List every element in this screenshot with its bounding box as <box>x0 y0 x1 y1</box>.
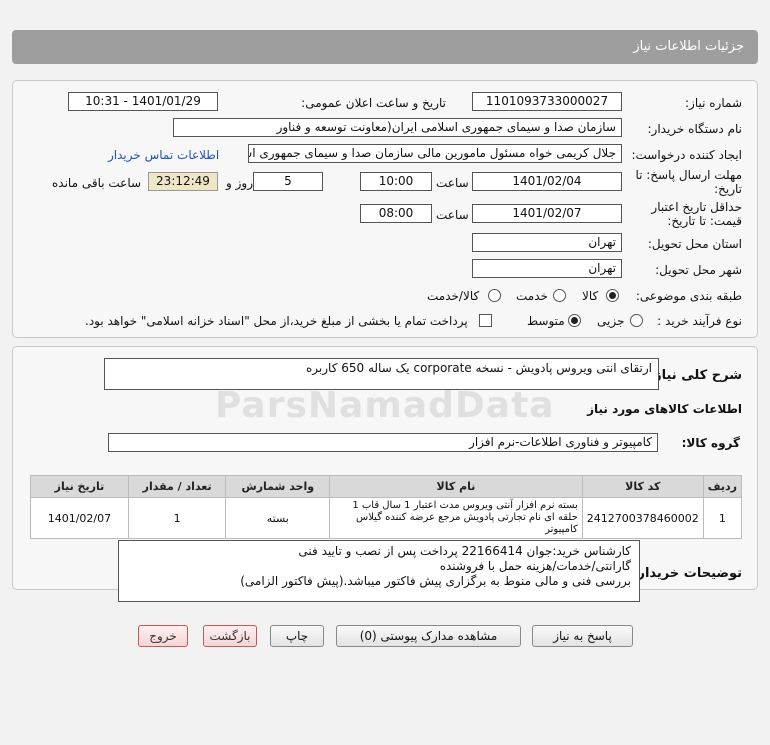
back-button[interactable]: بازگشت <box>203 625 257 647</box>
days-label: روز و <box>226 176 253 190</box>
city-field: تهران <box>472 259 622 278</box>
process-minor-radio[interactable] <box>630 314 643 327</box>
reply-deadline-label: مهلت ارسال پاسخ: تا تاریخ: <box>635 168 742 196</box>
col-qty: تعداد / مقدار <box>127 475 227 498</box>
need-number-label: شماره نیاز: <box>685 96 742 110</box>
category-service-radio[interactable] <box>553 289 566 302</box>
row-index: 1 <box>702 497 743 539</box>
row-name: بسته نرم افزار آنتی ویروس مدت اعتبار 1 س… <box>329 497 583 539</box>
page-title: جزئیات اطلاعات نیاز <box>633 39 744 54</box>
col-date: تاریخ نیاز <box>30 475 129 498</box>
remaining-time-field: 23:12:49 <box>148 172 218 191</box>
province-label: استان محل تحویل: <box>647 237 742 251</box>
province-field: تهران <box>472 233 622 252</box>
buyer-note-line: بررسی فنی و مالی منوط به برگزاری پیش فاک… <box>240 574 631 588</box>
reply-button[interactable]: پاسخ به نیاز <box>532 625 633 647</box>
process-medium-radio[interactable] <box>568 314 581 327</box>
creator-label: ایجاد کننده درخواست: <box>631 148 742 162</box>
treasury-note: پرداخت تمام یا بخشی از مبلغ خرید،از محل … <box>85 314 468 328</box>
table-row: 1 2412700378460002 بسته نرم افزار آنتی و… <box>30 497 743 539</box>
goods-group-field: کامپیوتر و فناوری اطلاعات-نرم افزار <box>108 433 658 452</box>
goods-section-title: اطلاعات کالاهای مورد نیاز <box>587 402 742 416</box>
announce-field: 1401/01/29 - 10:31 <box>68 92 218 111</box>
row-unit: بسته <box>225 497 331 539</box>
exit-button[interactable]: خروج <box>138 625 188 647</box>
process-label: نوع فرآیند خرید : <box>657 314 742 328</box>
category-goods-radio[interactable] <box>606 289 619 302</box>
col-unit: واحد شمارش <box>225 475 331 498</box>
buyer-org-label: نام دستگاه خریدار: <box>647 122 743 136</box>
treasury-checkbox[interactable] <box>479 314 492 327</box>
city-label: شهر محل تحویل: <box>655 263 742 277</box>
category-both-radio[interactable] <box>488 289 501 302</box>
row-date: 1401/02/07 <box>30 497 129 539</box>
days-field: 5 <box>253 172 323 191</box>
process-minor-label: جزیی <box>597 314 625 328</box>
reply-date-field: 1401/02/04 <box>472 172 622 191</box>
print-button[interactable]: چاپ <box>270 625 324 647</box>
buyer-notes-label: توضیحات خریدار: <box>632 566 742 581</box>
contact-buyer-link[interactable]: اطلاعات تماس خریدار <box>108 148 219 162</box>
summary-label: شرح کلی نیاز: <box>648 368 742 383</box>
buyer-note-line: گارانتی/خدمات/هزینه حمل با فروشنده <box>439 559 631 573</box>
validity-time-field: 08:00 <box>360 204 432 223</box>
summary-field: ارتقای انتی ویروس پادویش - نسخه corporat… <box>104 358 659 390</box>
process-medium-label: متوسط <box>527 314 565 328</box>
col-name: نام کالا <box>329 475 583 498</box>
col-index: ردیف <box>702 475 743 498</box>
row-code: 2412700378460002 <box>581 497 704 539</box>
goods-table: ردیف کد کالا نام کالا واحد شمارش تعداد /… <box>30 475 743 539</box>
remaining-label: ساعت باقی مانده <box>52 176 142 190</box>
need-number-field: 1101093733000027 <box>472 92 622 111</box>
validity-date-field: 1401/02/07 <box>472 204 622 223</box>
buyer-note-line: کارشناس خرید:جوان 22166414 پرداخت پس از … <box>298 544 631 558</box>
validity-time-label: ساعت <box>436 208 469 222</box>
category-label: طبقه بندی موضوعی: <box>635 289 742 303</box>
creator-field: جلال کریمی خواه مسئول مامورین مالی سازما… <box>248 144 622 163</box>
category-both-label: کالا/خدمت <box>427 289 480 303</box>
row-qty: 1 <box>127 497 227 539</box>
buyer-org-field: سازمان صدا و سیمای جمهوری اسلامی ایران(م… <box>173 118 622 137</box>
validity-label: حداقل تاریخ اعتبار قیمت: تا تاریخ: <box>651 200 742 228</box>
col-code: کد کالا <box>581 475 704 498</box>
goods-group-label: گروه کالا: <box>681 436 740 450</box>
attachments-button[interactable]: مشاهده مدارک پیوستی (0) <box>336 625 521 647</box>
announce-label: تاریخ و ساعت اعلان عمومی: <box>301 96 446 110</box>
buyer-notes-box: کارشناس خرید:جوان 22166414 پرداخت پس از … <box>118 540 640 602</box>
category-service-label: خدمت <box>516 289 548 303</box>
reply-time-field: 10:00 <box>360 172 432 191</box>
page-header: جزئیات اطلاعات نیاز <box>12 30 758 64</box>
category-goods-label: کالا <box>582 289 599 303</box>
reply-time-label: ساعت <box>436 176 469 190</box>
